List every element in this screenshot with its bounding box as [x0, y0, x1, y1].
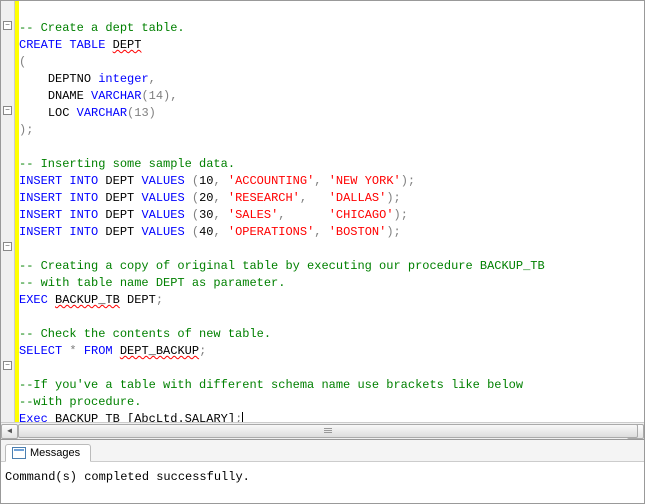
keyword: VALUES	[141, 208, 184, 222]
result-tabs: Messages	[1, 440, 644, 462]
fold-toggle[interactable]: −	[3, 242, 12, 251]
type: VARCHAR	[77, 106, 127, 120]
keyword: INSERT INTO	[19, 208, 98, 222]
keyword: VALUES	[141, 191, 184, 205]
keyword: INSERT INTO	[19, 225, 98, 239]
code-content[interactable]: -- Create a dept table. CREATE TABLE DEP…	[19, 3, 545, 428]
string: 'RESEARCH'	[228, 191, 300, 205]
punct: *	[69, 344, 76, 358]
punct: ;	[199, 344, 206, 358]
keyword: EXEC	[19, 293, 48, 307]
number: 40	[199, 225, 213, 239]
punct: ;	[156, 293, 163, 307]
messages-output: Command(s) completed successfully.	[1, 462, 644, 492]
comment: -- with table name DEPT as parameter.	[19, 276, 285, 290]
identifier: DEPT_BACKUP	[120, 344, 199, 358]
tab-label: Messages	[30, 447, 80, 459]
identifier: DEPT	[105, 225, 134, 239]
comment: -- Inserting some sample data.	[19, 157, 235, 171]
punct: (13)	[127, 106, 156, 120]
string: 'BOSTON'	[329, 225, 387, 239]
column: DEPTNO	[48, 72, 91, 86]
punct: (14)	[141, 89, 170, 103]
comment: -- Create a dept table.	[19, 21, 185, 35]
punct: );	[19, 123, 33, 137]
string: 'ACCOUNTING'	[228, 174, 314, 188]
messages-panel: Messages Command(s) completed successful…	[1, 439, 644, 503]
number: 10	[199, 174, 213, 188]
identifier: BACKUP_TB	[55, 293, 120, 307]
scroll-grip-icon	[324, 427, 332, 435]
type: VARCHAR	[91, 89, 141, 103]
identifier: DEPT	[105, 191, 134, 205]
comment: -- Creating a copy of original table by …	[19, 259, 545, 273]
string: 'NEW YORK'	[329, 174, 401, 188]
identifier: DEPT	[127, 293, 156, 307]
sql-editor[interactable]: − − − − -- Create a dept table. CREATE T…	[1, 1, 644, 439]
comment: --If you've a table with different schem…	[19, 378, 523, 392]
identifier: DEPT	[105, 174, 134, 188]
number: 20	[199, 191, 213, 205]
column: LOC	[48, 106, 70, 120]
string: 'OPERATIONS'	[228, 225, 314, 239]
fold-gutter: − − − −	[1, 1, 15, 439]
string: 'SALES'	[228, 208, 278, 222]
identifier: DEPT	[113, 38, 142, 52]
column: DNAME	[48, 89, 84, 103]
punct: (	[19, 55, 26, 69]
punct: ,	[170, 89, 177, 103]
keyword: CREATE TABLE	[19, 38, 105, 52]
identifier: DEPT	[105, 208, 134, 222]
horizontal-scrollbar[interactable]: ◀ ▶	[1, 422, 644, 439]
scroll-left-arrow[interactable]: ◀	[1, 424, 18, 439]
string: 'CHICAGO'	[329, 208, 394, 222]
keyword: FROM	[84, 344, 113, 358]
scroll-thumb[interactable]	[18, 424, 638, 438]
type: integer	[98, 72, 148, 86]
number: 30	[199, 208, 213, 222]
keyword: VALUES	[141, 174, 184, 188]
scroll-track[interactable]	[18, 424, 627, 439]
keyword: INSERT INTO	[19, 174, 98, 188]
keyword: VALUES	[141, 225, 184, 239]
messages-icon	[12, 447, 26, 459]
fold-toggle[interactable]: −	[3, 361, 12, 370]
punct: ,	[149, 72, 156, 86]
fold-toggle[interactable]: −	[3, 21, 12, 30]
fold-toggle[interactable]: −	[3, 106, 12, 115]
tab-messages[interactable]: Messages	[5, 444, 91, 462]
keyword: SELECT	[19, 344, 62, 358]
string: 'DALLAS'	[329, 191, 387, 205]
comment: -- Check the contents of new table.	[19, 327, 271, 341]
comment: --with procedure.	[19, 395, 141, 409]
keyword: INSERT INTO	[19, 191, 98, 205]
